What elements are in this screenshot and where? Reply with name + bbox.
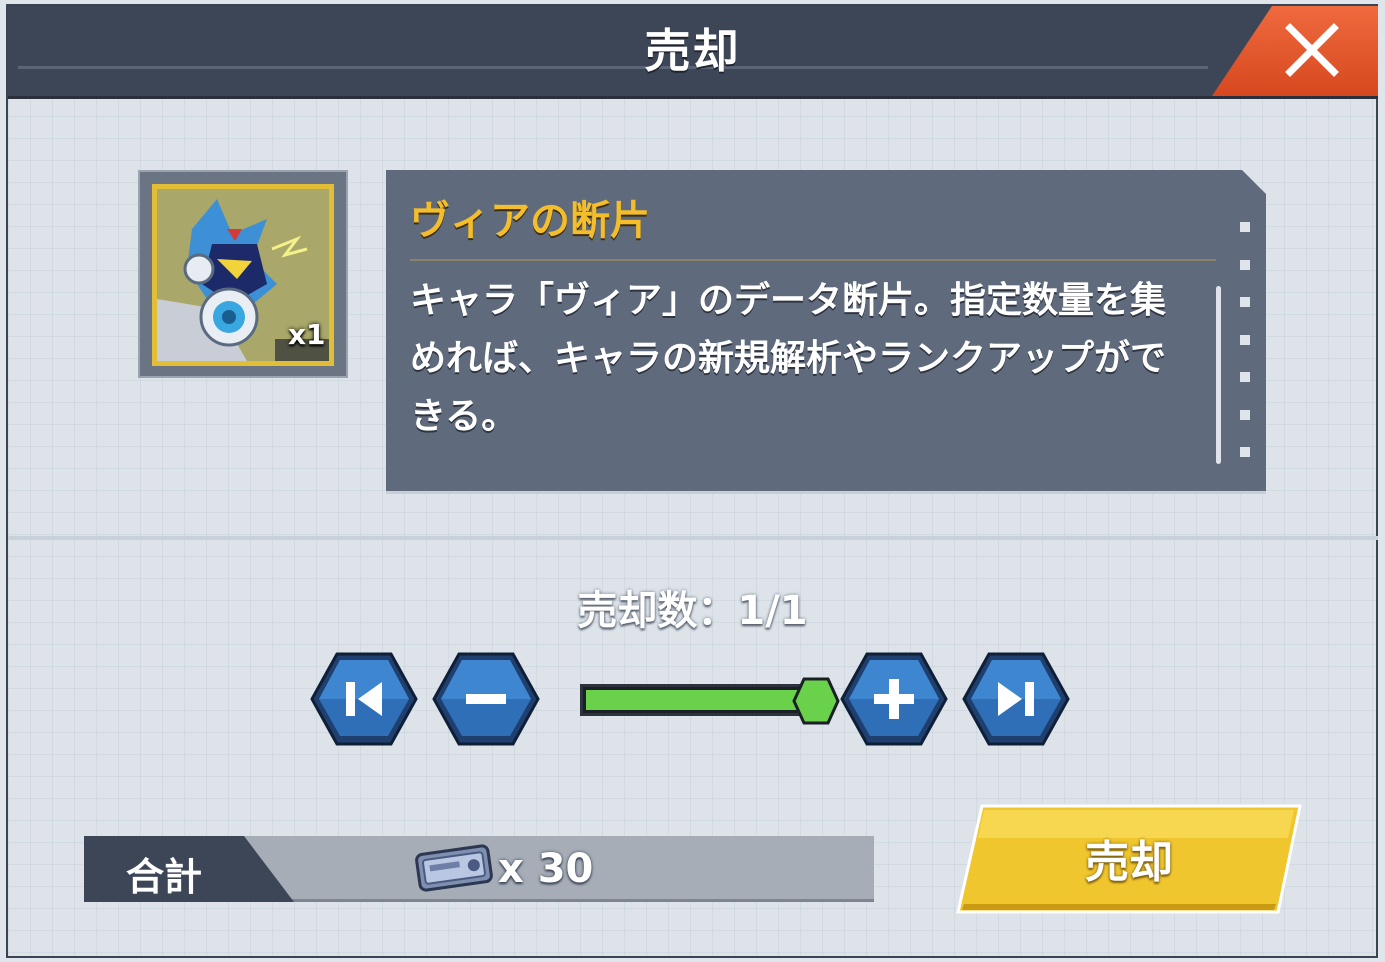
dialog-title: 売却: [644, 24, 741, 78]
item-description: キャラ「ヴィア」のデータ断片。指定数量を集めれば、キャラの新規解析やランクアップ…: [410, 280, 1167, 437]
minus-icon: [466, 694, 506, 704]
min-quantity-button[interactable]: [310, 650, 418, 748]
ticket-icon: [415, 844, 493, 892]
total-label: 合計: [126, 855, 203, 899]
increment-button[interactable]: [840, 650, 948, 748]
section-divider: [8, 536, 1378, 540]
owned-count-badge: x1: [288, 318, 326, 351]
sell-quantity-label: 売却数：1/1: [577, 588, 808, 634]
quantity-slider-fill: [586, 690, 814, 710]
panel-decoration-dots: [1240, 222, 1252, 485]
close-icon[interactable]: [1280, 22, 1344, 78]
max-quantity-button[interactable]: [962, 650, 1070, 748]
sell-button[interactable]: [956, 804, 1302, 916]
decrement-button[interactable]: [432, 650, 540, 748]
item-name: ヴィアの断片: [410, 198, 650, 244]
quantity-slider[interactable]: [580, 684, 820, 716]
description-scrollbar[interactable]: [1216, 286, 1221, 464]
item-name-divider: [410, 259, 1216, 261]
total-amount: x 30: [498, 846, 594, 892]
quantity-slider-handle[interactable]: [792, 676, 840, 726]
